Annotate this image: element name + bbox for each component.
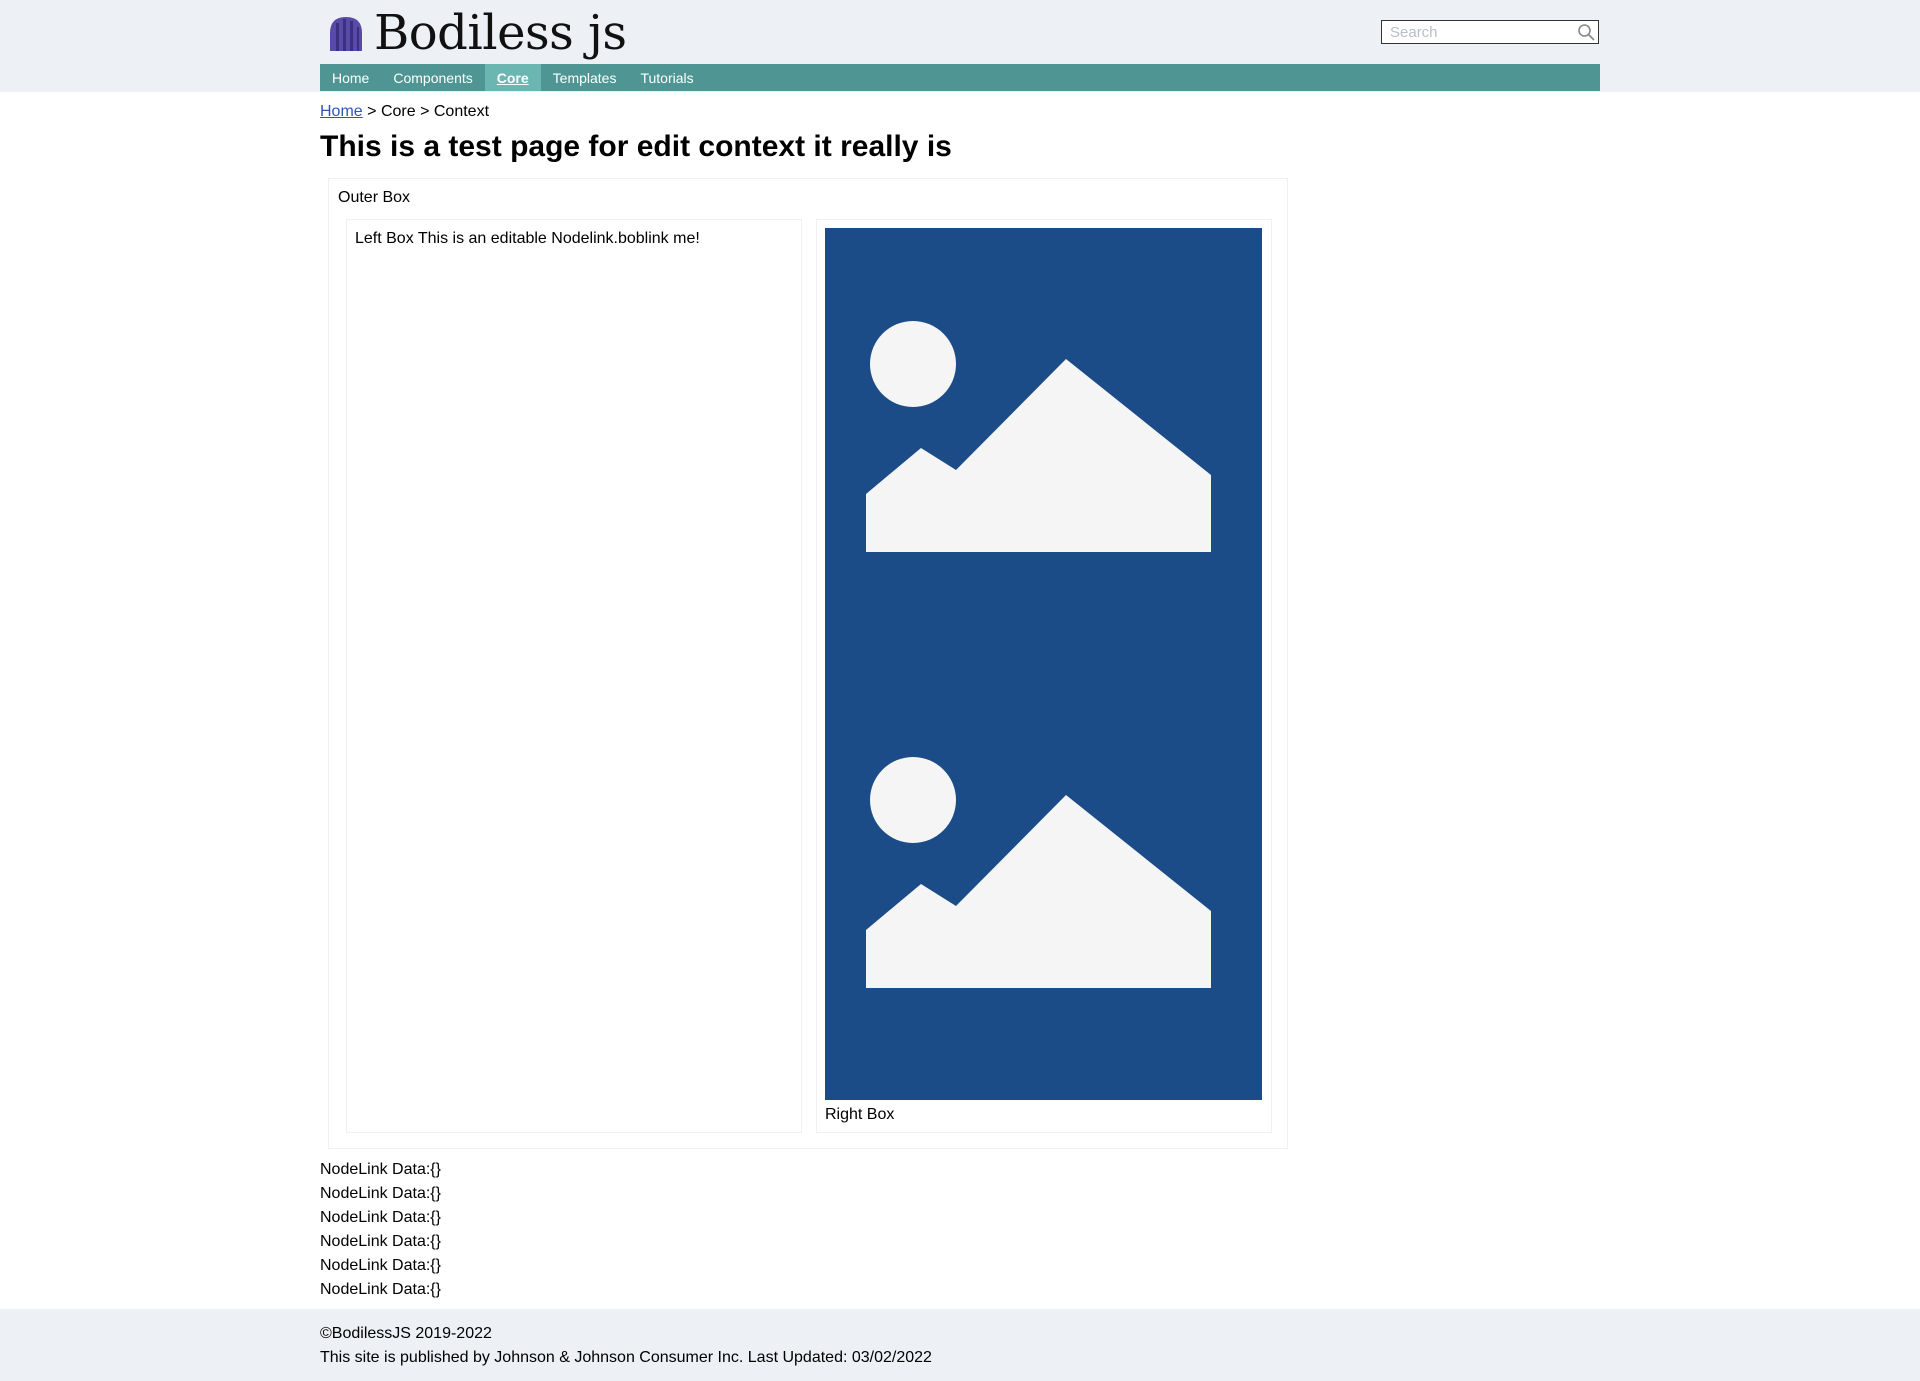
breadcrumb-separator: > — [420, 103, 430, 120]
footer: ©BodilessJS 2019-2022 This site is publi… — [0, 1309, 1920, 1381]
breadcrumb-separator: > — [367, 103, 377, 120]
site-logo[interactable]: Bodiless js — [326, 8, 627, 58]
nav-item-core[interactable]: Core — [484, 64, 541, 91]
nav-item-home[interactable]: Home — [320, 64, 381, 91]
nodelink-data-line: NodeLink Data:{} — [320, 1161, 441, 1178]
nav-item-tutorials[interactable]: Tutorials — [628, 64, 705, 91]
outer-box-label: Outer Box — [338, 189, 411, 206]
nav-item-components[interactable]: Components — [381, 64, 484, 91]
logo-text: Bodiless js — [374, 5, 627, 61]
search-input[interactable] — [1382, 21, 1570, 43]
main-nav: Home Components Core Templates Tutorials — [320, 64, 1600, 91]
footer-published: This site is published by Johnson & John… — [320, 1349, 932, 1366]
left-box: Left Box This is an editable Nodelink.bo… — [346, 219, 802, 1133]
nodelink-data-line: NodeLink Data:{} — [320, 1209, 441, 1226]
nodelink-data-line: NodeLink Data:{} — [320, 1257, 441, 1274]
right-box: Right Box — [816, 219, 1272, 1133]
nodelink-data-list: NodeLink Data:{} NodeLink Data:{} NodeLi… — [320, 1158, 441, 1302]
nodelink-data-line: NodeLink Data:{} — [320, 1281, 441, 1298]
footer-text: ©BodilessJS 2019-2022 This site is publi… — [320, 1322, 932, 1370]
breadcrumb: Home > Core > Context — [320, 102, 489, 122]
logo-mark-icon — [330, 17, 362, 51]
outer-box: Outer Box Left Box This is an editable N… — [328, 178, 1288, 1149]
search-icon[interactable] — [1577, 23, 1595, 41]
nodelink-data-line: NodeLink Data:{} — [320, 1233, 441, 1250]
breadcrumb-current: Context — [433, 103, 490, 120]
page-title: This is a test page for edit context it … — [320, 130, 952, 163]
image-placeholder-icon — [866, 321, 1211, 552]
nodelink-data-line: NodeLink Data:{} — [320, 1185, 441, 1202]
image-placeholder-area[interactable] — [825, 228, 1262, 1100]
nav-item-templates[interactable]: Templates — [541, 64, 629, 91]
image-placeholder-icon — [866, 757, 1211, 988]
footer-copyright: ©BodilessJS 2019-2022 — [320, 1325, 492, 1342]
left-box-editable-link[interactable]: Left Box This is an editable Nodelink.bo… — [355, 230, 700, 248]
right-box-label: Right Box — [825, 1106, 895, 1123]
search-box — [1381, 20, 1599, 44]
breadcrumb-home-link[interactable]: Home — [320, 103, 363, 120]
breadcrumb-core: Core — [380, 103, 416, 120]
